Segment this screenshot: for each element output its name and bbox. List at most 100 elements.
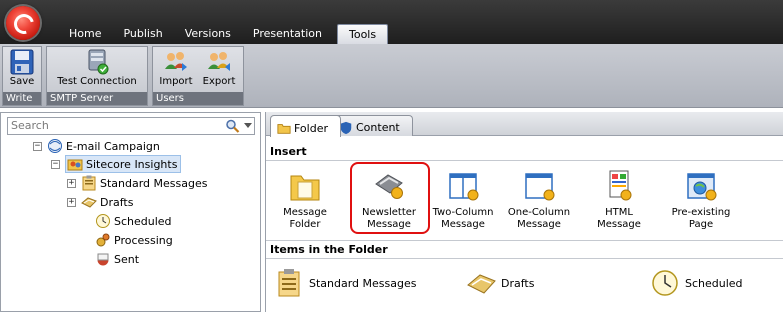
item-label-line1: Newsletter: [361, 207, 417, 218]
expand-icon[interactable]: +: [67, 197, 76, 207]
tree-label: Standard Messages: [100, 176, 208, 190]
tree-label: Sent: [114, 252, 140, 266]
one-column-message-icon: [525, 173, 555, 201]
tab-tools[interactable]: Tools: [336, 24, 389, 44]
divider: [266, 240, 783, 241]
selected-node: Sitecore Insights: [65, 155, 182, 173]
test-connection-button[interactable]: Test Connection: [49, 49, 145, 87]
insert-newsletter-message[interactable]: Newsletter Message: [354, 168, 424, 231]
sent-icon: [97, 253, 109, 266]
item-label-line2: Message: [597, 219, 641, 230]
insert-message-folder[interactable]: Message Folder: [270, 168, 340, 231]
tree-node-sitecore-insights[interactable]: − Sitecore Insights: [51, 155, 182, 173]
tree-node-sent[interactable]: Sent: [81, 250, 139, 268]
folder-item-label: Scheduled: [685, 276, 743, 290]
insert-pre-existing-page[interactable]: Pre-existing Page: [666, 168, 736, 231]
drafts-icon: [81, 197, 97, 208]
collapse-icon[interactable]: −: [33, 141, 42, 151]
ribbon-group-smtp-server: Test Connection SMTP Server: [46, 46, 148, 106]
newsletter-folder-icon: [67, 159, 83, 171]
import-button[interactable]: Import: [157, 49, 195, 87]
ribbon-group-label: Users: [153, 92, 243, 105]
item-label-line1: Message: [283, 207, 327, 218]
item-label-line1: Pre-existing: [671, 207, 731, 218]
tab-folder[interactable]: Folder: [270, 115, 341, 137]
tab-versions[interactable]: Versions: [174, 24, 242, 44]
tree-node-processing[interactable]: Processing: [81, 231, 173, 249]
tree-label: E-mail Campaign: [66, 139, 160, 153]
tree-label: Sitecore Insights: [86, 157, 178, 171]
ribbon-group-label: Write: [3, 92, 41, 105]
tree-node-drafts[interactable]: + Drafts: [67, 193, 133, 211]
tab-presentation[interactable]: Presentation: [242, 24, 333, 44]
item-label-line1: HTML: [605, 207, 633, 218]
tab-publish[interactable]: Publish: [112, 24, 173, 44]
users-export-icon: [208, 52, 230, 71]
clipboard-icon: [82, 175, 96, 191]
expand-icon[interactable]: +: [67, 178, 76, 188]
server-icon: [88, 49, 109, 75]
search-input[interactable]: Search: [7, 117, 255, 135]
folder-item-drafts[interactable]: Drafts: [466, 268, 534, 298]
search-placeholder: Search: [11, 119, 49, 132]
tab-content[interactable]: Content: [332, 115, 413, 136]
export-label: Export: [202, 76, 236, 87]
pre-existing-page-icon: [687, 173, 717, 201]
floppy-disk-icon: [10, 49, 34, 75]
drafts-icon: [467, 274, 496, 294]
export-button[interactable]: Export: [199, 49, 239, 87]
import-label: Import: [159, 76, 193, 87]
tab-label: Content: [356, 121, 400, 134]
content-shield-icon: [340, 121, 352, 134]
users-import-icon: [165, 52, 187, 71]
tree-node-standard-messages[interactable]: + Standard Messages: [67, 174, 207, 192]
newsletter-message-icon: [375, 174, 403, 199]
save-button[interactable]: Save: [5, 49, 39, 87]
tree-node-email-campaign[interactable]: − E-mail Campaign: [33, 137, 160, 155]
clock-icon: [96, 214, 110, 228]
item-label-line2: Message: [441, 219, 485, 230]
divider: [266, 258, 783, 259]
item-label-line1: One-Column: [507, 207, 571, 218]
editor-tabs: Folder Content: [266, 112, 783, 137]
editor-pane: Folder Content Insert Message Folder New…: [265, 112, 783, 312]
insert-section-title: Insert: [270, 145, 307, 158]
collapse-icon[interactable]: −: [51, 159, 60, 169]
email-campaign-icon: [48, 139, 62, 153]
folder-icon: [277, 124, 291, 134]
folder-item-scheduled[interactable]: Scheduled: [650, 268, 743, 298]
clock-icon: [652, 270, 678, 296]
message-folder-icon: [290, 175, 320, 201]
folder-item-label: Drafts: [501, 276, 535, 290]
tree-node-scheduled[interactable]: Scheduled: [81, 212, 172, 230]
html-message-icon: [609, 170, 632, 201]
tree-label: Scheduled: [114, 214, 172, 228]
clipboard-icon: [278, 269, 300, 297]
folder-item-label: Standard Messages: [309, 276, 417, 290]
chevron-down-icon[interactable]: [244, 123, 252, 129]
sitecore-logo-icon[interactable]: [6, 6, 40, 40]
insert-html-message[interactable]: HTML Message: [584, 168, 654, 231]
folder-item-standard-messages[interactable]: Standard Messages: [274, 268, 416, 298]
ribbon-group-label: SMTP Server: [47, 92, 147, 105]
ribbon-group-users: Import Export Users: [152, 46, 244, 106]
insert-one-column-message[interactable]: One-Column Message: [504, 168, 574, 231]
folder-items-title: Items in the Folder: [270, 243, 388, 256]
content-tree-pane: Search − E-mail Campaign − Sitecore Insi…: [0, 112, 261, 312]
item-label-line2: Message: [517, 219, 561, 230]
item-label-line1: Two-Column: [432, 207, 494, 218]
title-bar: Home Publish Versions Presentation Tools: [0, 0, 783, 44]
ribbon: Save Write Test Connection SMTP Server I…: [0, 44, 783, 108]
tab-home[interactable]: Home: [58, 24, 112, 44]
ribbon-group-write: Save Write: [2, 46, 42, 106]
item-label-line2: Folder: [289, 219, 321, 230]
two-column-message-icon: [449, 173, 479, 201]
divider: [266, 160, 783, 161]
search-icon[interactable]: [225, 119, 240, 133]
insert-two-column-message[interactable]: Two-Column Message: [428, 168, 498, 231]
tab-label: Folder: [294, 121, 328, 135]
item-label-line2: Page: [688, 219, 714, 230]
tree-label: Processing: [114, 233, 173, 247]
menu-tabs: Home Publish Versions Presentation Tools: [58, 24, 389, 44]
gears-icon: [96, 233, 110, 247]
